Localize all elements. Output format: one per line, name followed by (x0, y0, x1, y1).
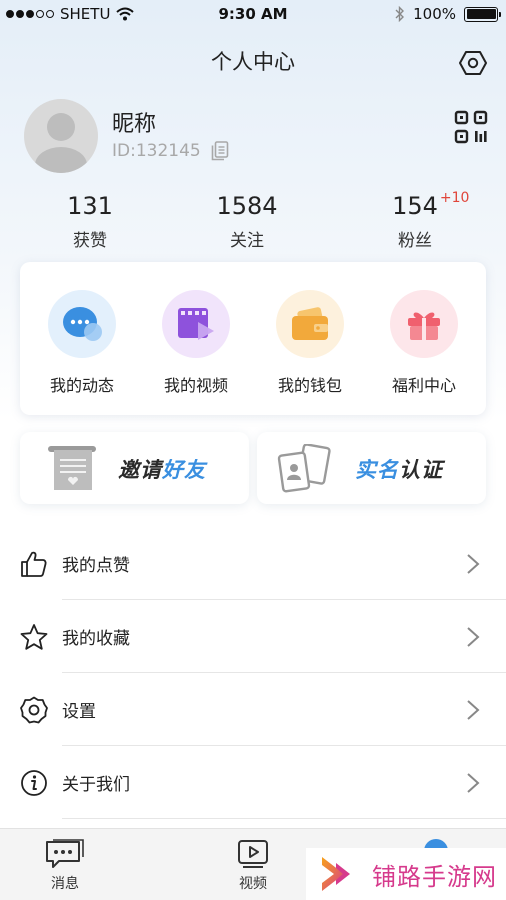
quick-action-welfare[interactable]: 福利中心 (366, 290, 482, 396)
id-cards-icon (277, 444, 331, 493)
stat-following-value: 1584 (216, 192, 278, 220)
chevron-right-icon (467, 627, 480, 647)
quick-action-my-posts[interactable]: 我的动态 (24, 290, 140, 396)
divider (62, 672, 506, 673)
chat-bubble-icon (63, 307, 102, 341)
menu-item-settings[interactable]: 设置 (0, 674, 506, 746)
verify-label: 实名认证 (355, 454, 443, 484)
invite-friends-label: 邀请好友 (118, 454, 206, 484)
stat-likes-value: 131 (67, 192, 113, 220)
quick-label-my-videos: 我的视频 (163, 376, 228, 395)
default-avatar-icon (35, 113, 87, 173)
battery-icon (464, 6, 501, 22)
wallet-icon (292, 307, 328, 340)
profile-page: SHETU 9:30 AM 100% 个人中心 昵称 ID:132145 131… (0, 0, 506, 900)
video-play-icon (238, 840, 268, 868)
tab-video[interactable]: 视频 (213, 839, 293, 893)
stat-fans[interactable]: 154 +10 粉丝 (355, 190, 475, 251)
tab-messages[interactable]: 消息 (25, 839, 105, 893)
bluetooth-icon (395, 6, 405, 22)
quick-action-my-videos[interactable]: 我的视频 (138, 290, 254, 396)
stat-likes-label: 获赞 (73, 231, 107, 251)
divider (62, 599, 506, 600)
battery-fill (466, 9, 496, 19)
quick-label-my-wallet: 我的钱包 (277, 376, 342, 395)
stat-likes[interactable]: 131 获赞 (30, 192, 150, 251)
divider (62, 745, 506, 746)
quick-icon-bg (390, 290, 458, 358)
nickname[interactable]: 昵称 (112, 106, 156, 138)
battery-percent: 100% (413, 5, 456, 23)
info-icon (21, 770, 47, 796)
stat-fans-delta: +10 (439, 190, 470, 206)
page-title: 个人中心 (211, 50, 295, 74)
menu-label-about-us: 关于我们 (62, 775, 130, 795)
star-icon (20, 624, 48, 650)
tab-messages-label: 消息 (51, 876, 79, 892)
menu-label-settings: 设置 (62, 702, 96, 722)
stat-fans-label: 粉丝 (398, 231, 432, 251)
menu-item-about-us[interactable]: 关于我们 (0, 747, 506, 819)
carrier-name: SHETU (60, 5, 111, 23)
hexagon-settings-icon (459, 51, 487, 75)
tab-video-label: 视频 (239, 876, 267, 892)
user-id-row: ID:132145 (112, 141, 229, 161)
message-bubble-icon (46, 839, 84, 868)
divider (62, 818, 506, 819)
watermark: 铺路手游网 (306, 848, 506, 900)
stat-fans-number: 154 +10 (392, 190, 469, 220)
gift-icon (408, 312, 440, 340)
status-right: 100% (395, 5, 501, 23)
quick-label-my-posts: 我的动态 (49, 376, 114, 395)
signal-strength-icon (6, 10, 54, 18)
status-left: SHETU (6, 5, 135, 23)
quick-icon-bg (276, 290, 344, 358)
menu-item-my-favorites[interactable]: 我的收藏 (0, 601, 506, 673)
stat-following[interactable]: 1584 关注 (187, 192, 307, 251)
user-id: ID:132145 (112, 141, 201, 161)
verify-part1: 实名 (355, 458, 399, 482)
qr-code-icon[interactable] (454, 110, 488, 144)
video-film-icon (178, 308, 214, 340)
quick-actions-card: 我的动态 我的视频 我的钱包 福利中心 (20, 262, 486, 415)
stat-following-label: 关注 (230, 231, 264, 251)
menu-label-my-favorites: 我的收藏 (62, 629, 130, 649)
verify-part2: 认证 (399, 458, 443, 482)
quick-action-my-wallet[interactable]: 我的钱包 (252, 290, 368, 396)
gear-icon (20, 696, 48, 724)
watermark-logo-icon (322, 857, 350, 891)
menu-label-my-likes: 我的点赞 (62, 556, 130, 576)
status-bar: SHETU 9:30 AM 100% (0, 0, 506, 30)
copy-icon[interactable] (211, 141, 229, 161)
invite-scroll-icon (48, 446, 96, 490)
invite-part2: 好友 (162, 458, 206, 482)
menu-item-my-likes[interactable]: 我的点赞 (0, 528, 506, 600)
chevron-right-icon (467, 554, 480, 574)
watermark-text: 铺路手游网 (372, 862, 497, 891)
chevron-right-icon (467, 700, 480, 720)
quick-label-welfare: 福利中心 (391, 376, 456, 395)
invite-friends-card[interactable]: 邀请好友 (20, 432, 249, 504)
wifi-icon (116, 7, 135, 21)
chevron-right-icon (467, 773, 480, 793)
quick-icon-bg (48, 290, 116, 358)
settings-button[interactable] (458, 48, 488, 78)
real-name-verify-card[interactable]: 实名认证 (257, 432, 486, 504)
thumbs-up-icon (21, 551, 47, 577)
invite-part1: 邀请 (118, 458, 162, 482)
quick-icon-bg (162, 290, 230, 358)
stat-fans-value: 154 (392, 192, 438, 220)
avatar[interactable] (24, 99, 98, 173)
